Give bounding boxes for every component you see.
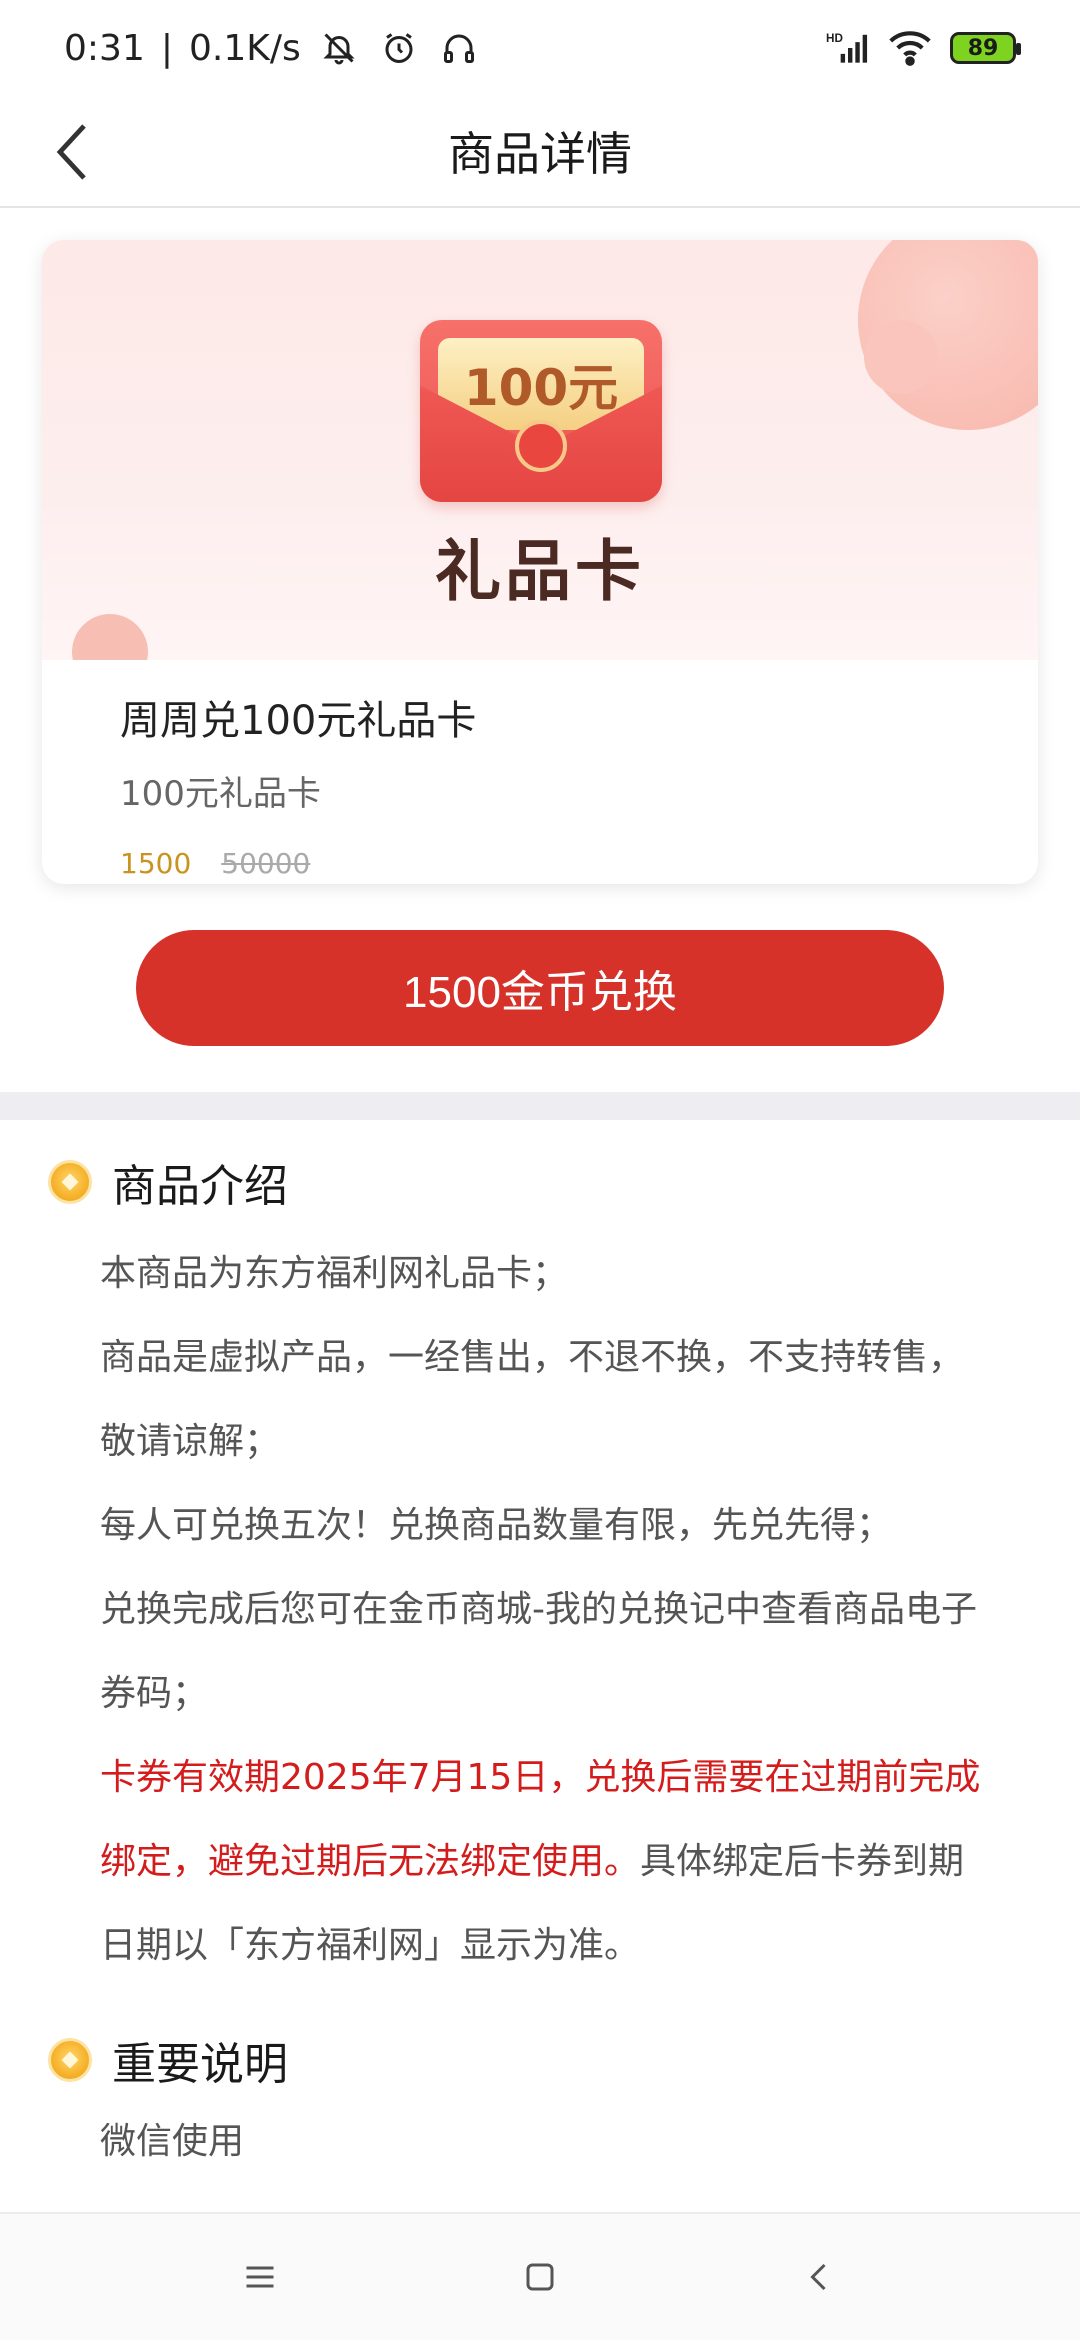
intro-section: 商品介绍 本商品为东方福利网礼品卡； 商品是虚拟产品，一经售出，不退不换，不支持… — [0, 1142, 1080, 1988]
status-bar: 0:31 | 0.1K/s HD 89 — [0, 0, 1080, 96]
intro-title: 商品介绍 — [112, 1161, 288, 1212]
system-nav-bar — [0, 2212, 1080, 2340]
price-row: 1500 50000 — [120, 847, 960, 880]
home-square-icon — [526, 2263, 554, 2291]
product-name: 周周兑100元礼品卡 — [120, 698, 477, 744]
back-triangle-icon — [810, 2263, 826, 2291]
intro-line: 商品是虚拟产品，一经售出，不退不换，不支持转售，敬请谅解； — [100, 1337, 965, 1462]
decorative-circle — [72, 614, 148, 660]
status-separator: | — [160, 27, 173, 69]
intro-line: 每人可兑换五次！兑换商品数量有限，先兑先得； — [100, 1505, 893, 1546]
chevron-left-icon — [56, 124, 86, 180]
coin-icon — [48, 1160, 92, 1204]
notes-body: 微信使用 — [0, 2100, 1080, 2184]
notes-section: 重要说明 微信使用 — [0, 2020, 1080, 2184]
alarm-icon — [377, 26, 421, 70]
decorative-circle — [864, 320, 938, 394]
notes-title: 重要说明 — [112, 2039, 288, 2090]
coin-icon — [48, 2038, 92, 2082]
product-subtitle: 100元礼品卡 — [120, 774, 321, 814]
current-price: 1500 — [120, 847, 192, 880]
intro-line: 兑换完成后您可在金币商城-我的兑换记中查看商品电子券码； — [100, 1589, 977, 1714]
product-banner: 100元 礼品卡 — [42, 240, 1038, 660]
envelope-seal — [515, 420, 567, 472]
notes-text: 微信使用 — [100, 2121, 245, 2162]
status-left: 0:31 | 0.1K/s — [64, 26, 481, 70]
intro-validity-paragraph: 卡券有效期2025年7月15日，兑换后需要在过期前完成绑定，避免过期后无法绑定使… — [100, 1736, 984, 1988]
banner-label: 礼品卡 — [435, 533, 645, 610]
section-divider — [0, 1092, 1080, 1120]
hd-signal-icon: HD — [826, 26, 870, 70]
home-button[interactable] — [510, 2247, 570, 2307]
status-time: 0:31 — [64, 27, 145, 69]
intro-header: 商品介绍 — [0, 1142, 1080, 1222]
menu-icon — [246, 2266, 274, 2288]
page-title: 商品详情 — [448, 127, 632, 181]
product-info: 周周兑100元礼品卡 100元礼品卡 1500 50000 — [42, 660, 1038, 884]
notes-header: 重要说明 — [0, 2020, 1080, 2100]
system-back-button[interactable] — [790, 2247, 850, 2307]
status-right: HD 89 — [826, 26, 1021, 70]
headset-icon — [437, 26, 481, 70]
back-button[interactable] — [40, 120, 104, 184]
intro-body: 本商品为东方福利网礼品卡； 商品是虚拟产品，一经售出，不退不换，不支持转售，敬请… — [0, 1222, 1080, 1988]
network-speed: 0.1K/s — [188, 27, 301, 69]
product-card[interactable]: 100元 礼品卡 周周兑100元礼品卡 100元礼品卡 1500 50000 — [42, 240, 1038, 884]
battery-icon: 89 — [950, 32, 1021, 64]
svg-text:HD: HD — [826, 32, 843, 45]
exchange-button[interactable]: 1500金币兑换 — [136, 930, 944, 1046]
mute-bell-icon — [317, 26, 361, 70]
menu-button[interactable] — [230, 2247, 290, 2307]
red-envelope-icon: 100元 — [420, 320, 662, 502]
intro-line: 本商品为东方福利网礼品卡； — [100, 1253, 569, 1294]
header-bar: 商品详情 — [0, 96, 1080, 208]
wifi-icon — [888, 26, 932, 70]
original-price: 50000 — [221, 847, 311, 880]
